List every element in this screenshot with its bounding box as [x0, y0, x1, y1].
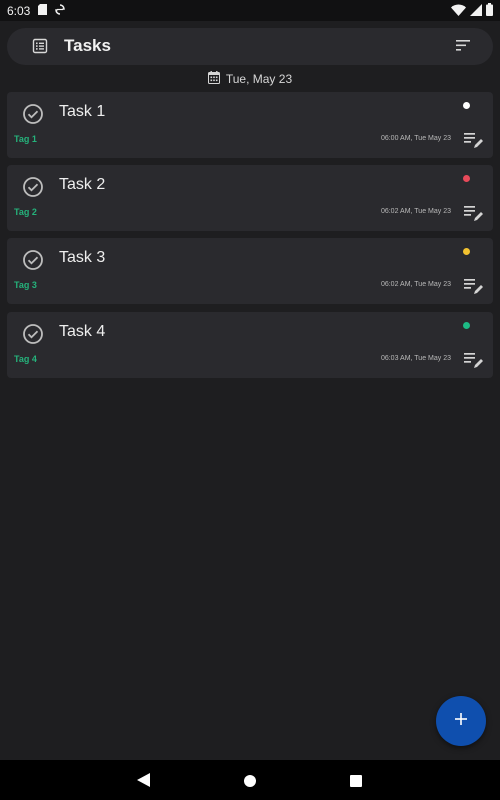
edit-note-icon[interactable] [463, 130, 485, 155]
edit-note-icon[interactable] [463, 350, 485, 375]
priority-dot [463, 175, 470, 182]
home-icon[interactable] [244, 774, 256, 792]
status-bar: 6:03 [0, 0, 500, 21]
priority-dot [463, 102, 470, 109]
task-timestamp: 06:03 AM, Tue May 23 [380, 355, 451, 362]
edit-note-icon[interactable] [463, 203, 485, 228]
sync-icon [55, 2, 66, 20]
add-task-button[interactable] [436, 696, 486, 746]
edit-note-icon[interactable] [463, 276, 485, 301]
check-circle-icon[interactable] [22, 103, 44, 130]
priority-dot [463, 248, 470, 255]
task-title: Task 3 [59, 249, 106, 266]
check-circle-icon[interactable] [22, 249, 44, 276]
task-timestamp: 06:00 AM, Tue May 23 [380, 135, 451, 142]
task-title: Task 1 [59, 103, 106, 120]
task-title: Task 2 [59, 176, 106, 193]
calendar-icon [207, 71, 220, 87]
check-circle-icon[interactable] [22, 176, 44, 203]
sd-card-icon [38, 2, 48, 20]
task-tag: Tag 2 [14, 207, 37, 217]
date-header[interactable]: Tue, May 23 [0, 70, 500, 88]
status-time: 6:03 [7, 3, 31, 18]
wifi-icon [451, 3, 466, 21]
date-label: Tue, May 23 [225, 72, 293, 86]
app-bar: Tasks [7, 28, 493, 65]
app-title: Tasks [64, 36, 111, 55]
task-timestamp: 06:02 AM, Tue May 23 [380, 208, 451, 215]
check-circle-icon[interactable] [22, 323, 44, 350]
task-card[interactable]: Task 1 Tag 1 06:00 AM, Tue May 23 [7, 92, 493, 158]
task-tag: Tag 3 [14, 280, 37, 290]
list-icon[interactable] [32, 38, 48, 59]
plus-icon [454, 712, 468, 731]
battery-icon [486, 3, 493, 21]
task-tag: Tag 4 [14, 354, 37, 364]
task-title: Task 4 [59, 323, 106, 340]
task-card[interactable]: Task 2 Tag 2 06:02 AM, Tue May 23 [7, 165, 493, 231]
task-card[interactable]: Task 4 Tag 4 06:03 AM, Tue May 23 [7, 312, 493, 378]
task-card[interactable]: Task 3 Tag 3 06:02 AM, Tue May 23 [7, 238, 493, 304]
priority-dot [463, 322, 470, 329]
recents-icon[interactable] [350, 774, 362, 792]
signal-icon [470, 3, 482, 21]
task-timestamp: 06:02 AM, Tue May 23 [380, 281, 451, 288]
system-nav-bar [0, 760, 500, 800]
task-tag: Tag 1 [14, 134, 37, 144]
back-icon[interactable] [137, 773, 150, 792]
sort-icon[interactable] [455, 39, 471, 57]
